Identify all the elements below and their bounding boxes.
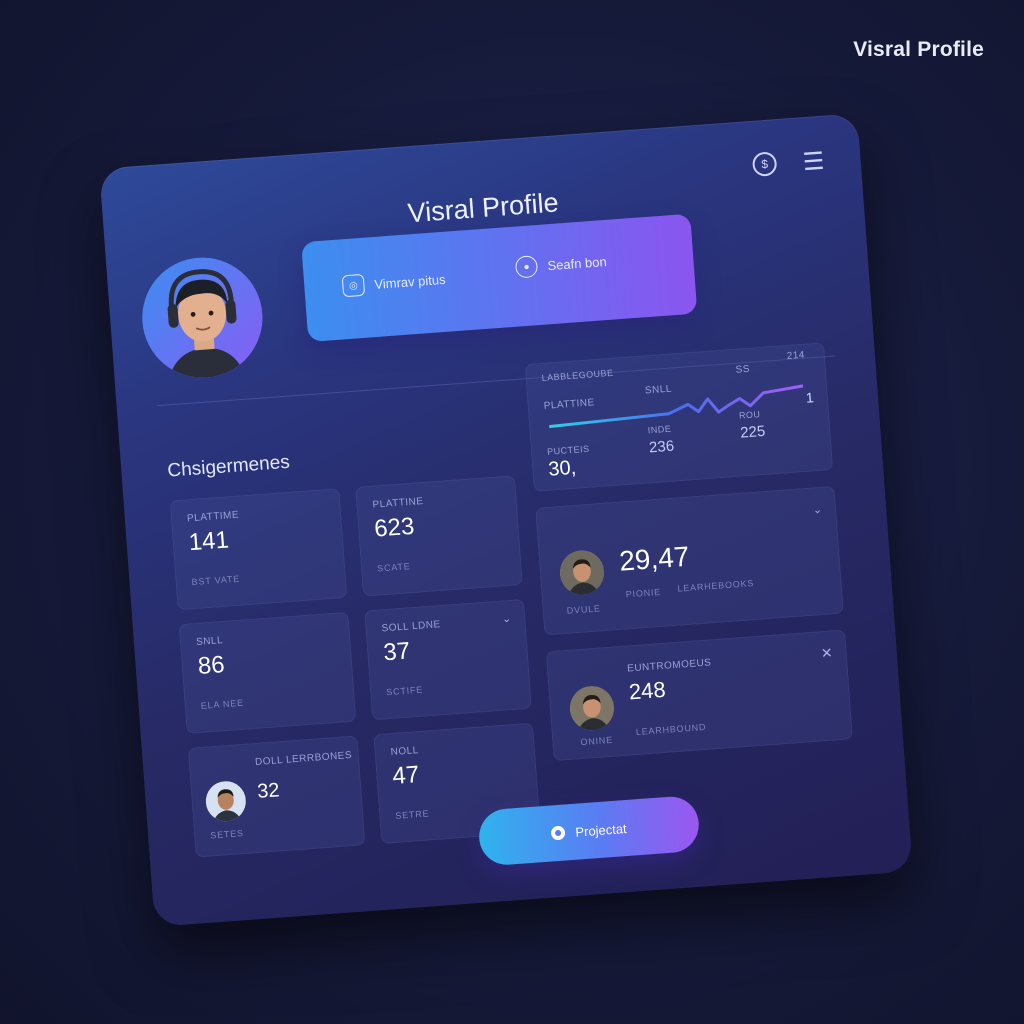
hero-right-label: Seafn bon — [546, 253, 608, 273]
sparkline-tile[interactable]: LABBLEGOUBE PLATTINE SNLL SS 214 1 PUCTE… — [524, 342, 834, 492]
avatar[interactable] — [138, 253, 267, 382]
chat-bubble-icon: ● — [514, 255, 539, 279]
tile-sub: SCATE — [376, 561, 411, 574]
tile-value: 86 — [196, 651, 226, 680]
tile-value: 32 — [256, 779, 281, 803]
tile-sub-b: LEARHBOUND — [635, 721, 707, 738]
hero-banner: ◎ Vimrav pitus ● Seafn bon — [301, 213, 698, 342]
tile-sub: BST VATE — [191, 573, 241, 588]
avatar-illustration — [204, 779, 248, 823]
leaderboard-tile[interactable]: ⌄ 29,47 DVULE PIONIE LEARHEBOOKS — [535, 485, 844, 636]
close-icon[interactable]: ✕ — [820, 644, 833, 662]
chevron-down-icon[interactable]: ⌄ — [502, 612, 512, 626]
stat-3-label: ROU — [738, 409, 761, 421]
tile-label: DOLL LERRBONES — [254, 749, 353, 769]
stat-tile[interactable]: SOLL LDNE 37 SCTIFE ⌄ — [364, 598, 532, 721]
stat-tile[interactable]: PLATTIME 141 BST VATE — [169, 488, 348, 611]
tile-sub: ELA NEE — [200, 697, 245, 711]
tile-label: SNLL — [195, 635, 224, 649]
tile-sub: SCTIFE — [385, 684, 424, 698]
tile-value: 37 — [382, 637, 412, 667]
tile-sub: SETES — [209, 828, 245, 841]
corner-title: Visral Profile — [853, 38, 984, 61]
instagram-square-icon: ◎ — [341, 273, 366, 298]
avatar-illustration — [558, 549, 606, 597]
stat-3-value: 225 — [739, 422, 766, 442]
cta-label: Projectat — [574, 820, 628, 840]
avatar — [204, 779, 248, 823]
tile-label: SOLL LDNE — [381, 619, 442, 635]
tile-value: 248 — [628, 676, 667, 705]
tile-value: 47 — [391, 761, 421, 790]
stat-1-value: 30, — [547, 456, 577, 481]
radio-dot-icon — [550, 825, 566, 841]
tile-label: NOLL — [390, 745, 420, 759]
leaderboard-tile[interactable]: ✕ EUNTROMOEUS 248 ONINE LEARHBOUND — [545, 629, 853, 762]
avatar-illustration — [568, 684, 616, 732]
tile-label: PLATTINE — [372, 496, 424, 511]
tile-value: 623 — [373, 512, 416, 543]
stat-tile[interactable]: SNLL 86 ELA NEE — [178, 611, 357, 734]
hamburger-menu-icon[interactable]: ☰ — [800, 147, 828, 176]
tile-sub-a: ONINE — [580, 734, 614, 748]
tile-value: 141 — [187, 526, 230, 557]
avatar — [568, 684, 616, 732]
chevron-down-icon[interactable]: ⌄ — [812, 503, 822, 517]
tile-sub-b: PIONIE — [625, 586, 662, 600]
stat-2-label: INDE — [647, 423, 672, 436]
stat-2-value: 236 — [648, 437, 675, 457]
avatar-illustration — [138, 253, 267, 382]
tile-label: PLATTIME — [186, 509, 240, 525]
tile-sub-c: LEARHEBOOKS — [677, 578, 755, 594]
tile-sub-a: DVULE — [566, 603, 602, 616]
tile-label: EUNTROMOEUS — [626, 657, 712, 675]
hero-left-label: Vimrav pitus — [373, 271, 447, 292]
avatar — [558, 549, 606, 597]
profile-card: Visral Profile $ ☰ ◎ Vimrav pitus ● Seaf… — [99, 113, 913, 927]
hero-right-button[interactable]: ● Seafn bon — [514, 250, 608, 279]
stat-tile-avatar[interactable]: DOLL LERRBONES 32 SETES — [187, 735, 366, 858]
tile-sub: SETRE — [395, 808, 430, 821]
stat-tile[interactable]: PLATTINE 623 SCATE — [355, 475, 523, 597]
section-label: Chsigermenes — [166, 451, 291, 482]
hero-left-button[interactable]: ◎ Vimrav pitus — [341, 268, 447, 298]
tile-value: 29,47 — [618, 540, 691, 577]
